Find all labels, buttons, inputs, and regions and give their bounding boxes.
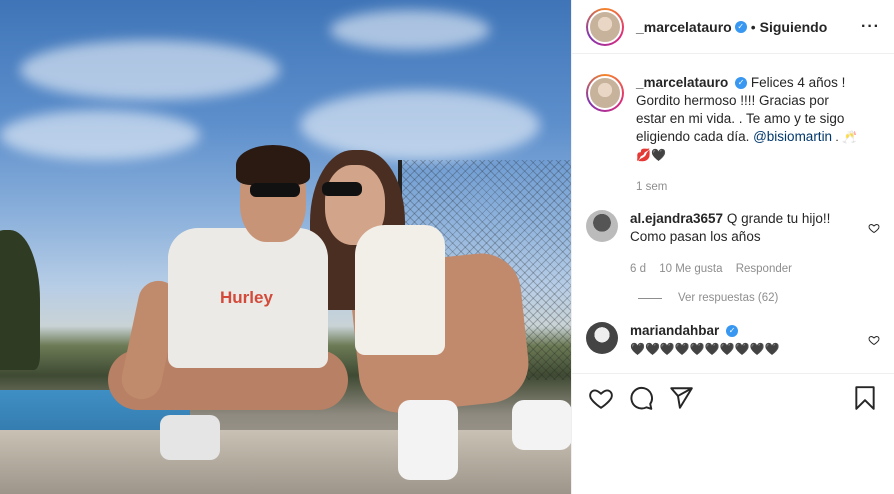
tree	[0, 230, 40, 370]
woman-shoe	[512, 400, 571, 450]
cloud	[20, 40, 280, 100]
man-hair	[236, 145, 310, 185]
comments-list: _marcelatauro ✓ Felices 4 años ! Gordito…	[586, 74, 880, 374]
avatar[interactable]	[586, 74, 624, 112]
sunglasses	[322, 182, 362, 196]
verified-badge-icon: ✓	[734, 20, 747, 33]
timestamp[interactable]: 6 d	[630, 263, 646, 275]
caption-username[interactable]: _marcelatauro	[636, 75, 728, 90]
view-replies-button[interactable]: Ver respuestas (62)	[638, 292, 880, 304]
post-header: _marcelatauro ✓ • Siguiendo ···	[572, 0, 894, 54]
share-direct-icon[interactable]	[668, 385, 694, 411]
woman-shoe	[398, 400, 458, 480]
timestamp[interactable]: 1 sem	[636, 181, 667, 193]
deck	[0, 430, 571, 494]
shirt-logo: Hurley	[220, 288, 273, 307]
comment-item: mariandahbar ✓ 🖤🖤🖤🖤🖤🖤🖤🖤🖤🖤	[586, 322, 880, 358]
caption: _marcelatauro ✓ Felices 4 años ! Gordito…	[586, 74, 880, 196]
cloud	[300, 90, 540, 160]
avatar[interactable]	[586, 7, 624, 46]
username-link[interactable]: _marcelatauro	[636, 19, 732, 35]
verified-badge-icon: ✓	[735, 77, 748, 90]
like-heart-icon[interactable]	[588, 385, 614, 411]
comment-icon[interactable]	[628, 385, 654, 411]
reply-button[interactable]: Responder	[736, 263, 792, 275]
woman-top	[355, 225, 445, 355]
cloud	[330, 10, 490, 50]
comment-username[interactable]: mariandahbar	[630, 323, 719, 338]
view-replies-label: Ver respuestas (62)	[678, 292, 779, 304]
sunglasses	[250, 183, 300, 197]
more-horizontal-icon[interactable]: ···	[861, 18, 880, 36]
bookmark-save-icon[interactable]	[852, 385, 878, 411]
cloud	[0, 110, 200, 160]
man-shoe	[160, 415, 220, 460]
mention-link[interactable]: @bisiomartin	[753, 129, 832, 144]
comment-username[interactable]: al.ejandra3657	[630, 211, 723, 226]
verified-badge-icon: ✓	[726, 325, 739, 338]
avatar[interactable]	[586, 210, 618, 242]
post-photo[interactable]: Hurley	[0, 0, 571, 494]
post-sidebar: _marcelatauro ✓ • Siguiendo ··· _marcela…	[571, 0, 894, 494]
likes-count[interactable]: 10 Me gusta	[659, 263, 722, 275]
following-button[interactable]: Siguiendo	[760, 19, 828, 35]
like-heart-icon[interactable]	[868, 334, 880, 346]
comment-text: 🖤🖤🖤🖤🖤🖤🖤🖤🖤🖤	[630, 342, 780, 356]
avatar[interactable]	[586, 322, 618, 354]
like-heart-icon[interactable]	[868, 222, 880, 234]
action-bar	[572, 373, 894, 421]
separator: •	[750, 18, 756, 35]
comment-item: al.ejandra3657 Q grande tu hijo!! Como p…	[586, 210, 880, 278]
